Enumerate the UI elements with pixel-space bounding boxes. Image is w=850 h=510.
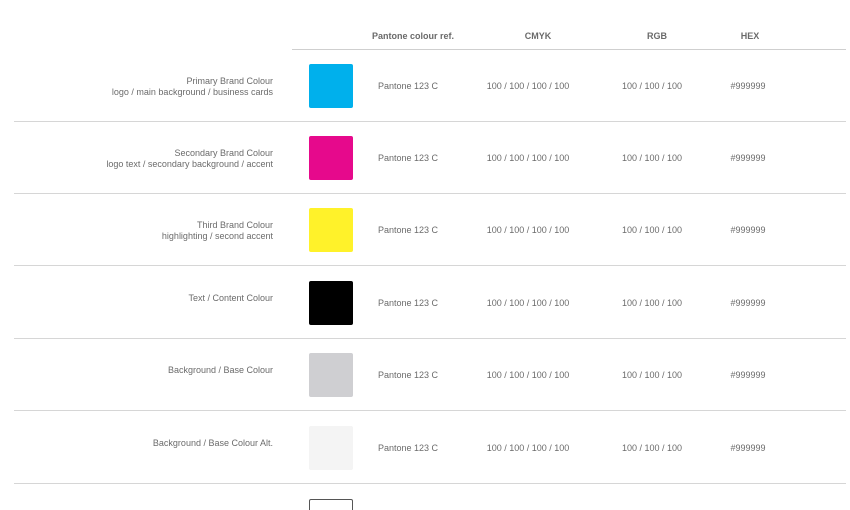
colour-name: Secondary Brand Colour bbox=[174, 148, 273, 158]
colour-label: Background / Base Colour Alt. bbox=[153, 438, 273, 449]
pantone-value: Pantone 123 C bbox=[377, 153, 439, 163]
table-row: Background / Base Colour Pantone 123 C 1… bbox=[0, 339, 850, 411]
row-divider bbox=[14, 265, 846, 266]
colour-palette-page: Pantone colour ref. CMYK RGB HEX Primary… bbox=[0, 0, 850, 510]
row-divider bbox=[14, 410, 846, 411]
colour-usage: logo text / secondary background / accen… bbox=[106, 159, 273, 169]
colour-label: Primary Brand Colour logo / main backgro… bbox=[112, 76, 273, 98]
rgb-value: 100 / 100 / 100 bbox=[621, 443, 683, 453]
colour-name: Background / Base Colour bbox=[167, 365, 273, 375]
colour-name: Text / Content Colour bbox=[188, 293, 273, 303]
rgb-value: 100 / 100 / 100 bbox=[621, 81, 683, 91]
colour-swatch-partial bbox=[309, 499, 353, 510]
cmyk-value: 100 / 100 / 100 / 100 bbox=[486, 81, 570, 91]
table-header: Pantone colour ref. CMYK RGB HEX bbox=[292, 0, 846, 50]
hex-value: #999999 bbox=[730, 298, 766, 308]
colour-label: Text / Content Colour bbox=[188, 293, 273, 304]
colour-usage: highlighting / second accent bbox=[161, 231, 273, 241]
table-row: Background / Base Colour Alt. Pantone 12… bbox=[0, 412, 850, 484]
colour-swatch bbox=[309, 426, 353, 470]
colour-name: Third Brand Colour bbox=[196, 220, 273, 230]
table-row: Secondary Brand Colour logo text / secon… bbox=[0, 122, 850, 194]
pantone-value: Pantone 123 C bbox=[377, 81, 439, 91]
row-divider bbox=[14, 483, 846, 484]
colour-label: Third Brand Colour highlighting / second… bbox=[162, 220, 273, 242]
rgb-value: 100 / 100 / 100 bbox=[621, 298, 683, 308]
cmyk-value: 100 / 100 / 100 / 100 bbox=[486, 370, 570, 380]
colour-swatch bbox=[309, 353, 353, 397]
colour-label: Background / Base Colour bbox=[168, 365, 273, 376]
header-pantone: Pantone colour ref. bbox=[371, 31, 454, 41]
hex-value: #999999 bbox=[730, 225, 766, 235]
cmyk-value: 100 / 100 / 100 / 100 bbox=[486, 443, 570, 453]
cmyk-value: 100 / 100 / 100 / 100 bbox=[486, 298, 570, 308]
colour-swatch bbox=[309, 64, 353, 108]
colour-name: Primary Brand Colour bbox=[186, 76, 273, 86]
hex-value: #999999 bbox=[730, 443, 766, 453]
pantone-value: Pantone 123 C bbox=[377, 298, 439, 308]
header-hex: HEX bbox=[740, 31, 760, 41]
colour-swatch bbox=[309, 208, 353, 252]
header-rgb: RGB bbox=[647, 31, 667, 41]
colour-swatch bbox=[309, 136, 353, 180]
colour-swatch bbox=[309, 281, 353, 325]
hex-value: #999999 bbox=[730, 153, 766, 163]
rgb-value: 100 / 100 / 100 bbox=[621, 370, 683, 380]
colour-name: Background / Base Colour Alt. bbox=[152, 438, 273, 448]
table-row: Primary Brand Colour logo / main backgro… bbox=[0, 50, 850, 122]
colour-label: Secondary Brand Colour logo text / secon… bbox=[106, 148, 273, 170]
hex-value: #999999 bbox=[730, 81, 766, 91]
table-row: Text / Content Colour Pantone 123 C 100 … bbox=[0, 267, 850, 339]
pantone-value: Pantone 123 C bbox=[377, 443, 439, 453]
colour-usage: logo / main background / business cards bbox=[111, 87, 273, 97]
hex-value: #999999 bbox=[730, 370, 766, 380]
pantone-value: Pantone 123 C bbox=[377, 225, 439, 235]
pantone-value: Pantone 123 C bbox=[377, 370, 439, 380]
rgb-value: 100 / 100 / 100 bbox=[621, 225, 683, 235]
header-cmyk: CMYK bbox=[524, 31, 552, 41]
rgb-value: 100 / 100 / 100 bbox=[621, 153, 683, 163]
cmyk-value: 100 / 100 / 100 / 100 bbox=[486, 153, 570, 163]
cmyk-value: 100 / 100 / 100 / 100 bbox=[486, 225, 570, 235]
table-row: Third Brand Colour highlighting / second… bbox=[0, 194, 850, 266]
